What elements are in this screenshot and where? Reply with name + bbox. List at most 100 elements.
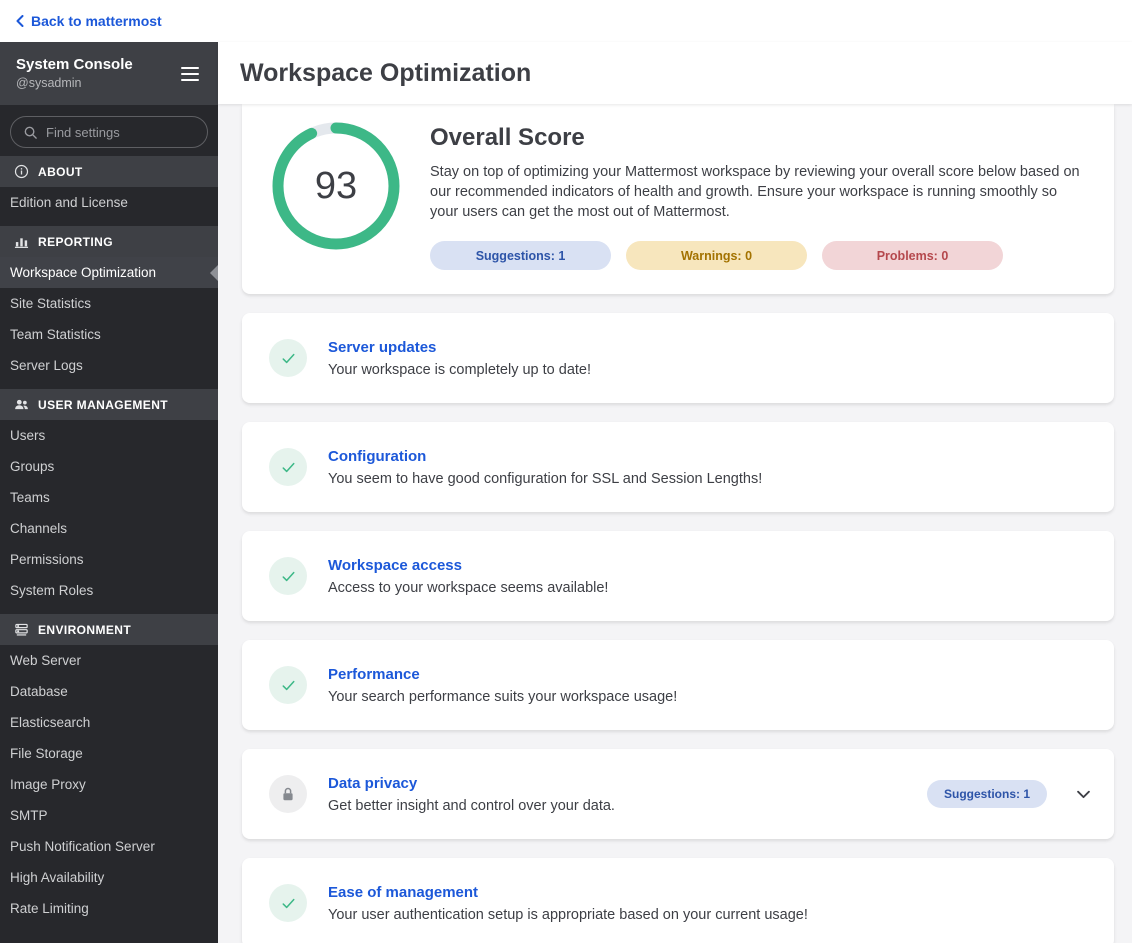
sidebar-item-users[interactable]: Users bbox=[0, 420, 218, 451]
sidebar-item-team-statistics[interactable]: Team Statistics bbox=[0, 319, 218, 350]
sidebar-item-groups[interactable]: Groups bbox=[0, 451, 218, 482]
nav-item-label: Edition and License bbox=[10, 195, 128, 210]
sidebar-section-about[interactable]: ABOUT bbox=[0, 156, 218, 187]
check-circle-icon bbox=[269, 557, 307, 595]
card-configuration: Configuration You seem to have good confi… bbox=[242, 422, 1114, 512]
check-circle-icon bbox=[269, 339, 307, 377]
users-icon bbox=[14, 397, 29, 412]
sidebar-section-environment[interactable]: ENVIRONMENT bbox=[0, 614, 218, 645]
nav-item-label: Groups bbox=[10, 459, 55, 474]
nav-item-label: SMTP bbox=[10, 808, 48, 823]
section-label: ABOUT bbox=[38, 164, 83, 179]
card-description: You seem to have good configuration for … bbox=[328, 470, 763, 487]
card-description: Your workspace is completely up to date! bbox=[328, 361, 592, 378]
card-workspace-access: Workspace access Access to your workspace… bbox=[242, 531, 1114, 621]
score-ring-chart: 93 bbox=[268, 118, 404, 254]
card-title-link[interactable]: Workspace access bbox=[328, 557, 608, 574]
sidebar-item-push-notification-server[interactable]: Push Notification Server bbox=[0, 831, 218, 862]
card-title-link[interactable]: Performance bbox=[328, 666, 677, 683]
nav-item-label: Users bbox=[10, 428, 46, 443]
warnings-chip: Warnings: 0 bbox=[626, 241, 807, 270]
problems-chip: Problems: 0 bbox=[822, 241, 1003, 270]
nav-item-label: File Storage bbox=[10, 746, 83, 761]
environment-icon bbox=[14, 622, 29, 637]
nav-item-label: Team Statistics bbox=[10, 327, 101, 342]
info-icon bbox=[14, 164, 29, 179]
sidebar-item-database[interactable]: Database bbox=[0, 676, 218, 707]
overall-score-heading: Overall Score bbox=[430, 124, 585, 151]
nav-item-label: Server Logs bbox=[10, 358, 83, 373]
sidebar-item-channels[interactable]: Channels bbox=[0, 513, 218, 544]
sidebar-item-rate-limiting[interactable]: Rate Limiting bbox=[0, 893, 218, 924]
settings-search bbox=[10, 116, 208, 148]
sidebar-item-elasticsearch[interactable]: Elasticsearch bbox=[0, 707, 218, 738]
hamburger-menu-icon[interactable] bbox=[178, 62, 202, 86]
nav-item-label: Database bbox=[10, 684, 68, 699]
main-panel: Workspace Optimization 93 Overall Score … bbox=[218, 42, 1132, 943]
sidebar-item-edition-and-license[interactable]: Edition and License bbox=[0, 187, 218, 218]
overall-score-card: 93 Overall Score Stay on top of optimizi… bbox=[242, 104, 1114, 294]
nav-item-label: Push Notification Server bbox=[10, 839, 155, 854]
back-to-mattermost-link[interactable]: Back to mattermost bbox=[16, 13, 162, 29]
sidebar-item-file-storage[interactable]: File Storage bbox=[0, 738, 218, 769]
sidebar-item-web-server[interactable]: Web Server bbox=[0, 645, 218, 676]
content-area: 93 Overall Score Stay on top of optimizi… bbox=[218, 104, 1132, 943]
section-label: REPORTING bbox=[38, 234, 113, 249]
card-description: Your search performance suits your works… bbox=[328, 688, 678, 705]
sidebar-nav: ABOUT Edition and License REPORTING Workspa… bbox=[0, 156, 218, 943]
chart-icon bbox=[14, 234, 29, 249]
page-header: Workspace Optimization bbox=[218, 42, 1132, 104]
recommendation-cards: Server updates Your workspace is complete… bbox=[242, 313, 1114, 943]
check-circle-icon bbox=[269, 666, 307, 704]
score-chips: Suggestions: 1 Warnings: 0 Problems: 0 bbox=[430, 241, 1090, 270]
nav-item-label: System Roles bbox=[10, 583, 94, 598]
search-icon bbox=[23, 125, 38, 140]
chevron-left-icon bbox=[16, 15, 24, 27]
sidebar-item-site-statistics[interactable]: Site Statistics bbox=[0, 288, 218, 319]
nav-item-label: Channels bbox=[10, 521, 68, 536]
section-label: USER MANAGEMENT bbox=[38, 397, 169, 412]
nav-item-label: Image Proxy bbox=[10, 777, 86, 792]
nav-item-label: Workspace Optimization bbox=[10, 265, 157, 280]
card-title-link[interactable]: Configuration bbox=[328, 448, 762, 465]
check-circle-icon bbox=[269, 884, 307, 922]
card-title-link[interactable]: Data privacy bbox=[328, 775, 615, 792]
page-title: Workspace Optimization bbox=[240, 58, 532, 87]
sidebar-item-server-logs[interactable]: Server Logs bbox=[0, 350, 218, 381]
sidebar-item-smtp[interactable]: SMTP bbox=[0, 800, 218, 831]
card-performance: Performance Your search performance suits… bbox=[242, 640, 1114, 730]
card-ease-of-management: Ease of management Your user authenticati… bbox=[242, 858, 1114, 943]
sidebar-item-permissions[interactable]: Permissions bbox=[0, 544, 218, 575]
nav-item-label: Site Statistics bbox=[10, 296, 92, 311]
card-description: Your user authentication setup is approp… bbox=[328, 906, 808, 923]
sidebar-section-reporting[interactable]: REPORTING bbox=[0, 226, 218, 257]
top-bar: Back to mattermost bbox=[0, 0, 1132, 42]
admin-sidebar: System Console @sysadmin ABOUT Edition an… bbox=[0, 42, 218, 943]
sidebar-header: System Console @sysadmin bbox=[0, 42, 218, 105]
chevron-down-icon[interactable] bbox=[1077, 790, 1090, 799]
back-link-label: Back to mattermost bbox=[31, 13, 162, 29]
nav-item-label: Web Server bbox=[10, 653, 82, 668]
sidebar-section-user-management[interactable]: USER MANAGEMENT bbox=[0, 389, 218, 420]
card-data-privacy: Data privacy Get better insight and contr… bbox=[242, 749, 1114, 839]
lock-icon bbox=[269, 775, 307, 813]
console-title: System Console bbox=[16, 56, 133, 73]
card-description: Access to your workspace seems available… bbox=[328, 579, 609, 596]
console-user: @sysadmin bbox=[16, 76, 82, 90]
sidebar-item-high-availability[interactable]: High Availability bbox=[0, 862, 218, 893]
nav-item-label: Permissions bbox=[10, 552, 84, 567]
card-title-link[interactable]: Server updates bbox=[328, 339, 591, 356]
check-circle-icon bbox=[269, 448, 307, 486]
sidebar-item-image-proxy[interactable]: Image Proxy bbox=[0, 769, 218, 800]
card-title-link[interactable]: Ease of management bbox=[328, 884, 808, 901]
sidebar-item-workspace-optimization[interactable]: Workspace Optimization bbox=[0, 257, 218, 288]
nav-item-label: Teams bbox=[10, 490, 50, 505]
card-suggestions-chip: Suggestions: 1 bbox=[926, 780, 1047, 808]
overall-score-description: Stay on top of optimizing your Mattermos… bbox=[430, 164, 1080, 220]
sidebar-item-teams[interactable]: Teams bbox=[0, 482, 218, 513]
score-value: 93 bbox=[314, 164, 358, 207]
search-input[interactable] bbox=[46, 124, 195, 140]
nav-item-label: High Availability bbox=[10, 870, 105, 885]
sidebar-item-system-roles[interactable]: System Roles bbox=[0, 575, 218, 606]
suggestions-chip: Suggestions: 1 bbox=[430, 241, 611, 270]
